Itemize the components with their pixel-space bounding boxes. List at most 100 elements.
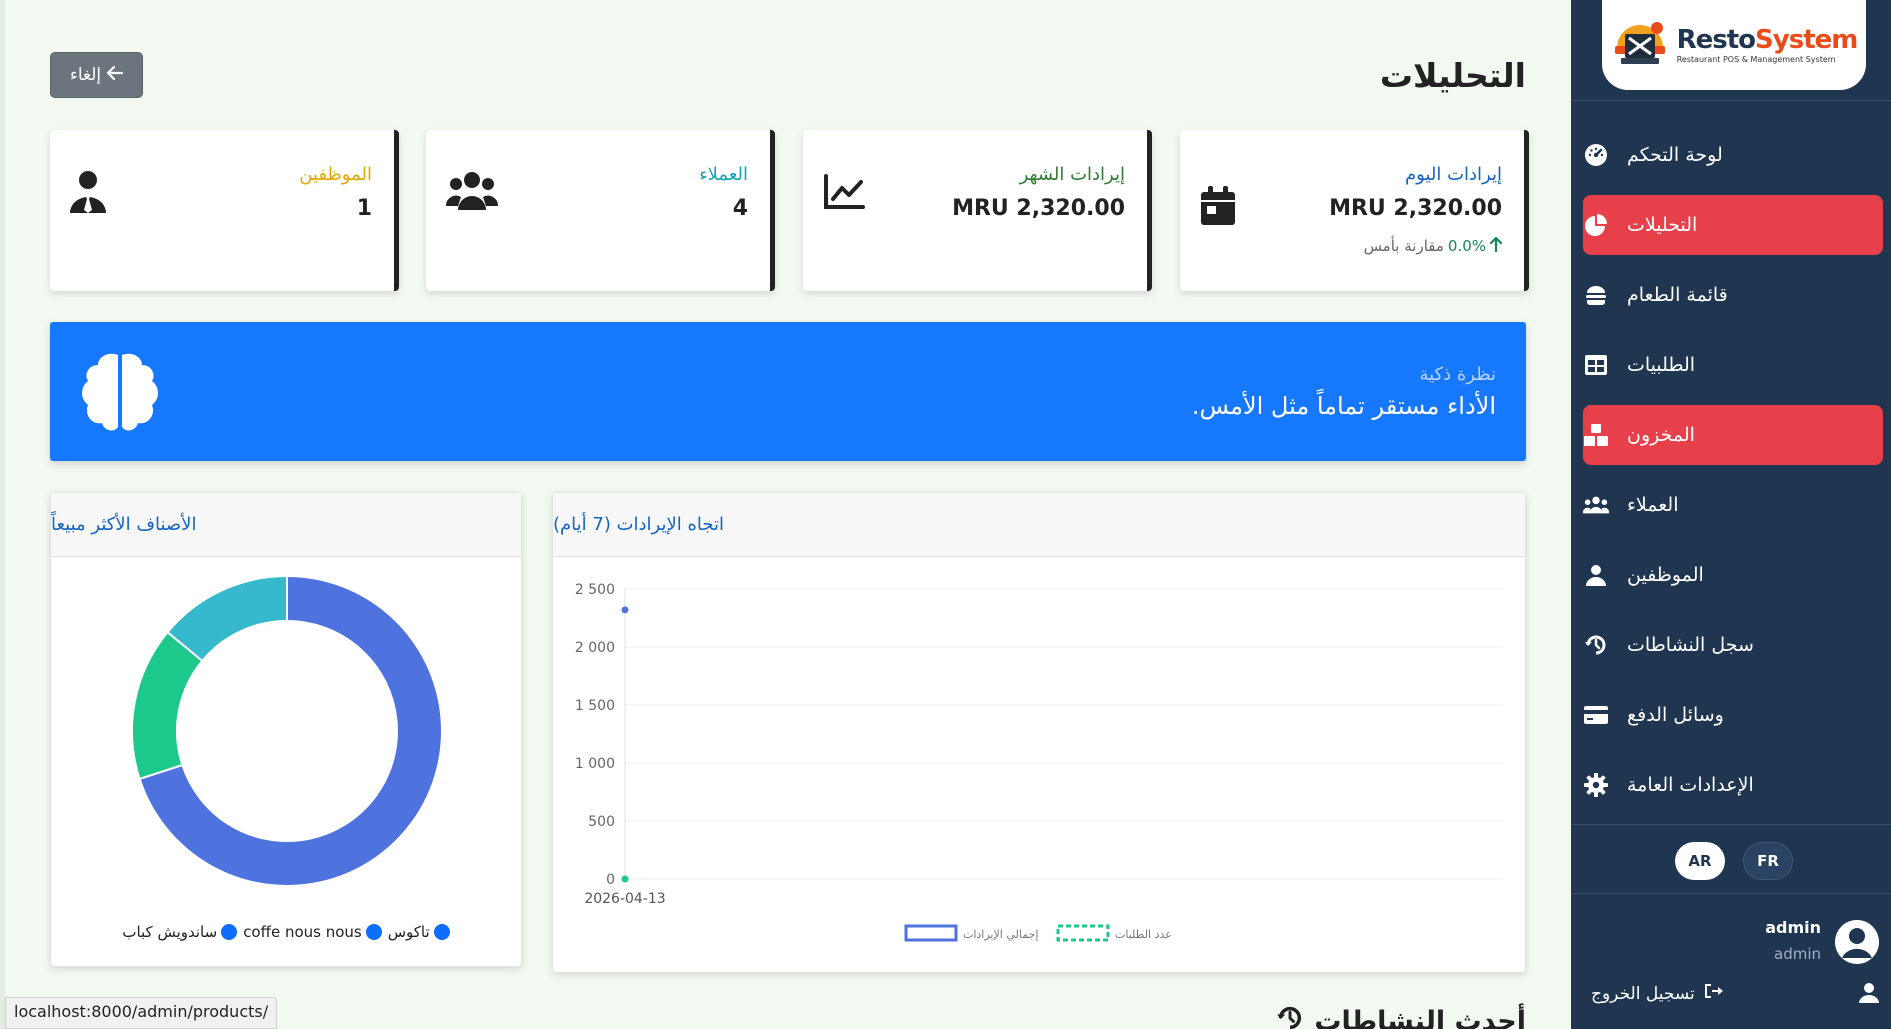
brand-tagline: Restaurant POS & Management System	[1676, 54, 1836, 64]
stat-card-month-revenue: إيرادات الشهر MRU 2,320.00	[803, 130, 1152, 291]
sidebar-item-label: وسائل الدفع	[1627, 704, 1724, 726]
legend-swatch	[1056, 924, 1110, 942]
stat-change: 0.0% مقارنة بأمس	[1363, 236, 1503, 256]
arrow-up-icon	[1489, 236, 1503, 256]
revenue-line-chart: 2 500 2 000 1 500 1 000 500 0 2026-04-13 إجمالي…	[575, 582, 1503, 942]
sidebar-divider	[1571, 893, 1891, 894]
lang-ar-button[interactable]: AR	[1675, 842, 1725, 880]
page-title: التحليلات	[1379, 56, 1526, 95]
user-name: admin	[1765, 918, 1821, 937]
pie-slice	[166, 574, 288, 663]
stat-label: العملاء	[699, 164, 748, 185]
data-point	[621, 606, 629, 614]
history-icon	[1276, 1004, 1304, 1029]
sidebar-item-customers[interactable]: العملاء	[1583, 475, 1883, 535]
insight-text: الأداء مستقر تماماً مثل الأمس.	[1191, 392, 1496, 420]
stat-value: MRU 2,320.00	[1329, 196, 1502, 221]
y-tick-label: 1 500	[575, 698, 615, 714]
sidebar-item-employees[interactable]: الموظفين	[1583, 545, 1883, 605]
stat-label: الموظفين	[299, 164, 372, 185]
credit-card-icon	[1583, 702, 1609, 728]
user-role: admin	[1774, 945, 1821, 963]
legend-label: تاكوس	[387, 923, 430, 941]
sidebar-item-orders[interactable]: الطلبيات	[1583, 335, 1883, 395]
stat-card-customers: العملاء 4	[426, 130, 775, 291]
top-items-panel: الأصناف الأكثر مبيعاً تاكوس coffe nous n…	[50, 492, 522, 967]
y-tick-label: 2 000	[575, 640, 615, 656]
y-tick-label: 2 500	[575, 582, 615, 598]
table-icon	[1583, 352, 1609, 378]
sidebar-item-analytics[interactable]: التحليلات	[1583, 195, 1883, 255]
sidebar-item-label: سجل النشاطات	[1627, 634, 1754, 656]
left-edge	[0, 0, 5, 1029]
x-tick-label: 2026-04-13	[584, 891, 665, 907]
sidebar-item-inventory[interactable]: المخزون	[1583, 405, 1883, 465]
status-bar-url: localhost:8000/admin/products/	[5, 997, 278, 1029]
revenue-trend-panel: اتجاه الإيرادات (7 أيام) 2 500 2 000 1 500…	[552, 492, 1526, 973]
y-tick-label: 0	[606, 872, 615, 888]
sidebar-item-settings[interactable]: الإعدادات العامة	[1583, 755, 1883, 815]
cancel-label: إلغاء	[69, 65, 102, 84]
lang-fr-button[interactable]: FR	[1743, 842, 1793, 880]
line-chart-icon	[823, 174, 865, 214]
gauge-icon	[1583, 142, 1609, 168]
users-icon	[445, 170, 499, 216]
sign-out-icon	[1703, 982, 1723, 1005]
legend-label: عدد الطلبات	[1115, 928, 1172, 941]
legend-dot	[221, 924, 238, 940]
brand-logo[interactable]: RestoSystem Restaurant POS & Management …	[1602, 0, 1866, 90]
stat-change-value: 0.0%	[1447, 237, 1486, 255]
stat-value: MRU 2,320.00	[952, 196, 1125, 221]
history-icon	[1583, 632, 1609, 658]
user-tie-icon	[70, 170, 106, 218]
sidebar-divider	[1571, 100, 1891, 101]
legend-label: coffe nous nous	[243, 923, 362, 941]
data-point	[621, 875, 629, 883]
sidebar-item-label: العملاء	[1627, 494, 1679, 516]
legend-label: ساندويش كباب	[122, 923, 218, 941]
pie-chart-icon	[1583, 212, 1609, 238]
calendar-icon	[1200, 186, 1236, 230]
boxes-icon	[1583, 422, 1609, 448]
recent-activity-heading: أحدث النشاطات	[1276, 1004, 1526, 1029]
legend-item[interactable]: تاكوس	[388, 923, 450, 941]
logout-link[interactable]: تسجيل الخروج	[1591, 982, 1723, 1005]
avatar[interactable]	[1835, 920, 1879, 964]
legend-item[interactable]: ساندويش كباب	[122, 923, 238, 941]
sidebar-item-activity-log[interactable]: سجل النشاطات	[1583, 615, 1883, 675]
sidebar-item-dashboard[interactable]: لوحة التحكم	[1583, 125, 1883, 185]
stat-value: 1	[356, 196, 372, 221]
sidebar-item-payment-methods[interactable]: وسائل الدفع	[1583, 685, 1883, 745]
users-icon	[1583, 492, 1609, 518]
sidebar-item-label: التحليلات	[1627, 214, 1698, 236]
insight-label: نظرة ذكية	[1419, 364, 1496, 385]
sidebar-item-label: الإعدادات العامة	[1627, 774, 1754, 796]
stat-label: إيرادات الشهر	[1019, 164, 1125, 185]
sidebar-item-label: قائمة الطعام	[1627, 284, 1728, 306]
sidebar-item-menu[interactable]: قائمة الطعام	[1583, 265, 1883, 325]
panel-title: اتجاه الإيرادات (7 أيام)	[553, 493, 1525, 557]
burger-icon	[1583, 282, 1609, 308]
brain-icon	[78, 349, 162, 437]
stat-label: إيرادات اليوم	[1405, 164, 1502, 185]
sidebar-divider	[1571, 824, 1891, 825]
sidebar-item-label: لوحة التحكم	[1627, 144, 1723, 166]
brand-system: System	[1755, 24, 1858, 55]
legend-dot	[433, 924, 450, 940]
legend-item[interactable]: coffe nous nous	[243, 923, 382, 941]
y-tick-label: 500	[588, 814, 615, 830]
sidebar-item-label: الموظفين	[1627, 564, 1704, 586]
stat-card-employees: الموظفين 1	[50, 130, 399, 291]
legend-swatch	[904, 924, 958, 942]
stat-card-today-revenue: إيرادات اليوم MRU 2,320.00 0.0% مقارنة ب…	[1180, 130, 1529, 291]
arrow-left-icon	[107, 65, 124, 85]
stat-change-label: مقارنة بأمس	[1363, 237, 1444, 255]
brand-resto: Resto	[1676, 24, 1756, 55]
pie-slice	[131, 630, 204, 781]
legend-dot	[365, 924, 382, 940]
logout-label: تسجيل الخروج	[1591, 983, 1695, 1004]
cancel-button[interactable]: إلغاء	[50, 52, 143, 98]
sidebar: RestoSystem Restaurant POS & Management …	[1571, 0, 1891, 1029]
section-title: أحدث النشاطات	[1314, 1006, 1526, 1029]
legend-label: إجمالي الإيرادات	[963, 928, 1038, 941]
